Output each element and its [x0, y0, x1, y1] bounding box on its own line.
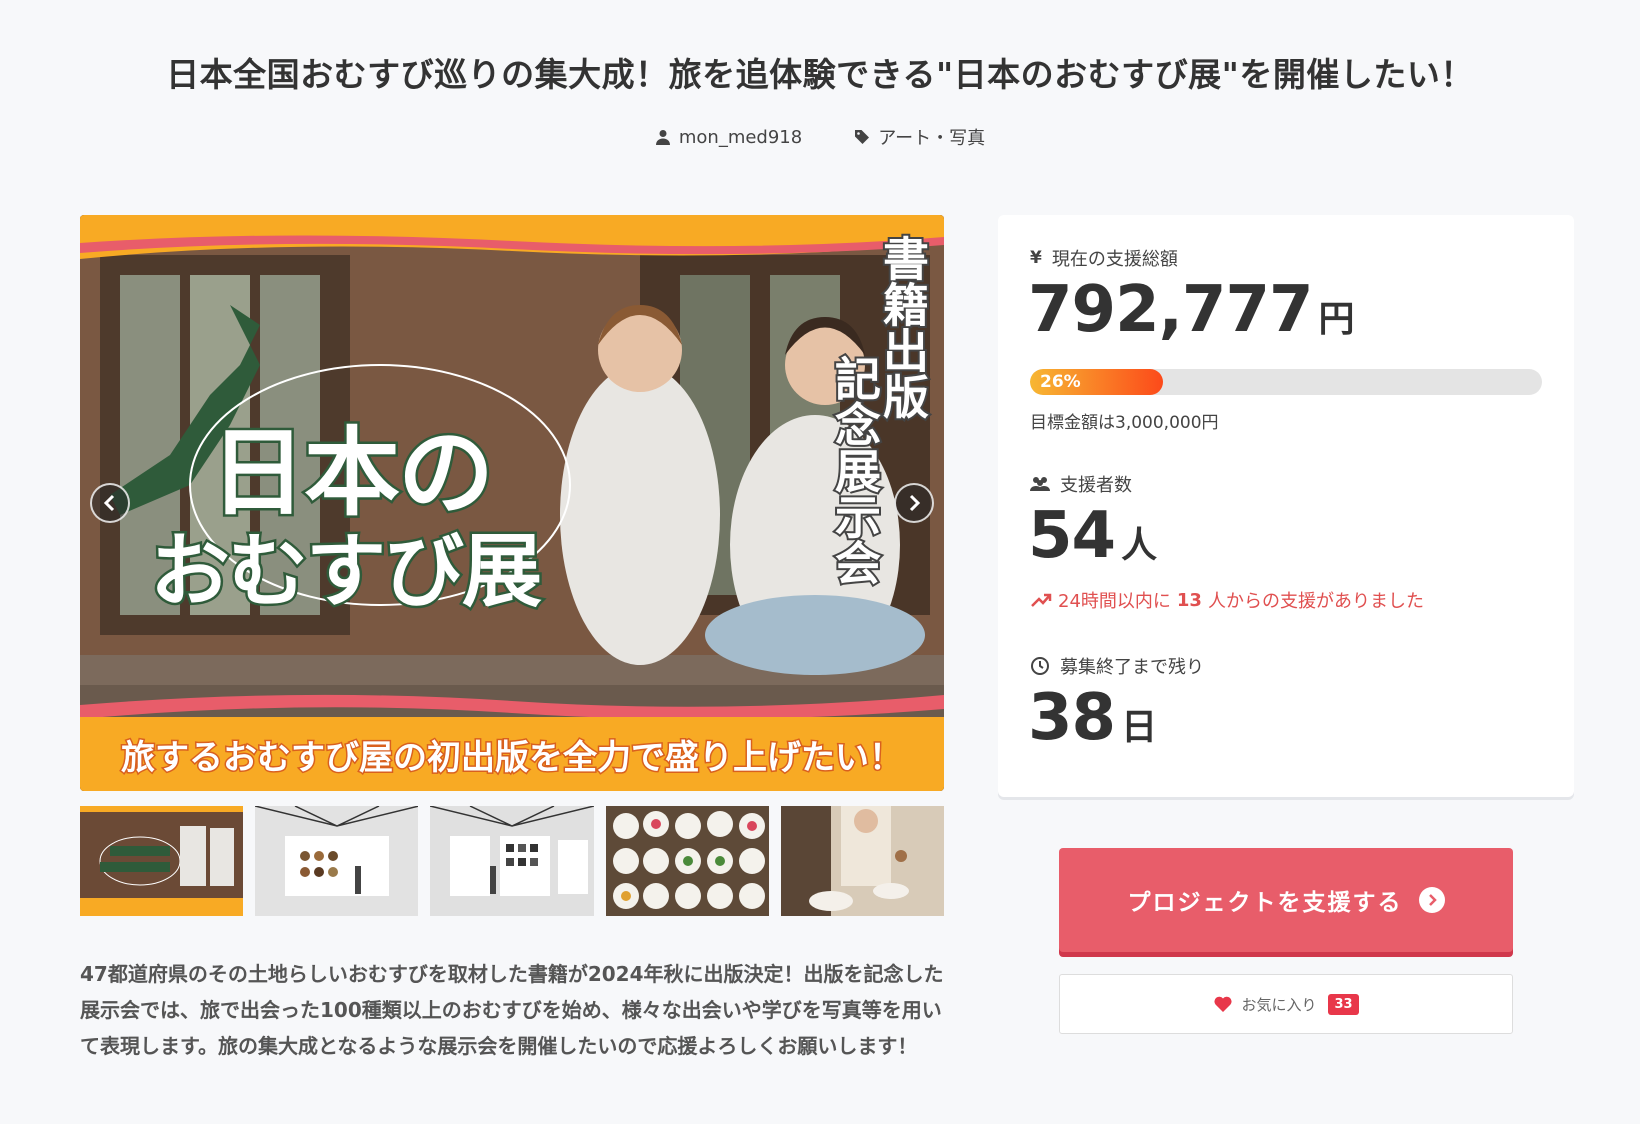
- support-project-button[interactable]: プロジェクトを支援する: [1059, 848, 1513, 952]
- progress-fill: 26%: [1030, 369, 1164, 395]
- remaining-label-text: 募集終了まで残り: [1060, 657, 1204, 678]
- carousel-next-button[interactable]: [894, 483, 934, 523]
- user-icon: [655, 130, 670, 145]
- favorite-button[interactable]: お気に入り 33: [1059, 974, 1513, 1034]
- thumbnail-kitchen[interactable]: [780, 806, 945, 916]
- hero-vertical-line2: 記念展示会: [826, 353, 884, 587]
- trend-prefix: 24時間以内に: [1058, 591, 1171, 612]
- thumbnail-main-visual[interactable]: [80, 806, 244, 916]
- chevron-right-icon: [909, 494, 921, 512]
- supporters-value: 54 人: [1028, 499, 1157, 573]
- amount-number: 792,777: [1028, 273, 1313, 347]
- amount-value: 792,777 円: [1028, 273, 1355, 347]
- amount-label-text: 現在の支援総額: [1051, 249, 1178, 270]
- clock-icon: [1031, 657, 1049, 675]
- remaining-value: 38 日: [1028, 681, 1157, 755]
- hero-image[interactable]: 日本の おむすび展 書籍出版 記念展示会 旅するおむすび屋の初出版を全力で盛り上…: [80, 215, 944, 791]
- hero-vertical-line1: 書籍出版: [874, 233, 932, 421]
- remaining-unit: 日: [1121, 707, 1158, 748]
- thumbnail-exhibition-2[interactable]: [430, 806, 594, 916]
- favorite-label: お気に入り: [1241, 995, 1317, 1014]
- amount-label: ¥ 現在の支援総額: [1030, 245, 1178, 271]
- remaining-label: 募集終了まで残り: [1030, 653, 1204, 679]
- recent-support-notice: 24時間以内に 13 人からの支援がありました: [1030, 587, 1424, 613]
- chevron-left-icon: [103, 494, 115, 512]
- category-name: アート・写真: [878, 128, 986, 149]
- category-link[interactable]: アート・写真: [854, 124, 985, 150]
- project-title: 日本全国おむすび巡りの集大成！旅を追体験できる"日本のおむすび展"を開催したい！: [166, 55, 1474, 94]
- hero-banner: 旅するおむすび屋の初出版を全力で盛り上げたい！: [80, 717, 944, 791]
- users-icon: [1030, 477, 1050, 491]
- supporters-label-text: 支援者数: [1060, 475, 1132, 496]
- carousel-prev-button[interactable]: [90, 483, 130, 523]
- favorite-count-badge: 33: [1328, 993, 1359, 1015]
- amount-unit: 円: [1318, 299, 1355, 340]
- thumbnail-onigiri[interactable]: [605, 806, 769, 916]
- thumbnail-exhibition-1[interactable]: [255, 806, 419, 916]
- author-link[interactable]: mon_med918: [655, 124, 802, 150]
- support-button-label: プロジェクトを支援する: [1127, 890, 1403, 916]
- remaining-number: 38: [1028, 681, 1116, 755]
- funding-stats-card: ¥ 現在の支援総額 792,777 円 26% 目標金額は3,000,000円 支…: [998, 215, 1574, 797]
- thumbnail-strip: [80, 806, 945, 916]
- project-description: 47都道府県のその土地らしいおむすびを取材した書籍が2024年秋に出版決定！出版…: [80, 962, 944, 1058]
- author-name: mon_med918: [678, 126, 803, 148]
- supporters-unit: 人: [1121, 525, 1158, 566]
- arrow-circle-icon: [1418, 887, 1445, 913]
- tag-icon: [855, 130, 870, 144]
- yen-icon: ¥: [1030, 248, 1042, 268]
- hero-title-line2: おむすび展: [148, 523, 545, 621]
- trending-up-icon: [1031, 593, 1052, 607]
- progress-bar: 26%: [1030, 369, 1542, 395]
- goal-amount: 目標金額は3,000,000円: [1030, 413, 1219, 433]
- supporters-number: 54: [1028, 499, 1116, 573]
- supporters-label: 支援者数: [1030, 471, 1132, 497]
- project-meta: mon_med918 アート・写真: [0, 124, 1640, 150]
- trend-count: 13: [1176, 589, 1202, 611]
- trend-suffix: 人からの支援がありました: [1207, 591, 1424, 612]
- heart-icon: [1214, 996, 1232, 1012]
